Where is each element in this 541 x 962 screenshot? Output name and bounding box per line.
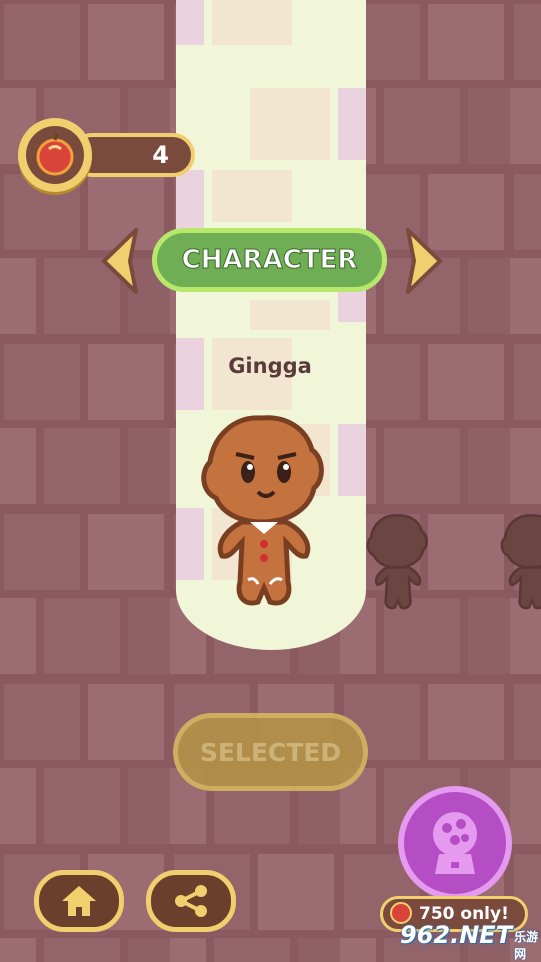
watermark-sub: 乐游网 (514, 930, 539, 961)
character-header-label: CHARACTER (181, 245, 358, 276)
apple-coin-icon (18, 118, 92, 192)
share-icon (175, 885, 207, 917)
share-button[interactable] (146, 870, 236, 932)
gingerbread-character[interactable] (196, 412, 328, 614)
home-button[interactable] (34, 870, 124, 932)
locked-character-silhouette-2[interactable] (498, 512, 541, 614)
home-icon (62, 886, 96, 916)
watermark-brand: 962.NET (400, 921, 513, 949)
coin-count: 4 (152, 141, 169, 169)
selected-button-label: SELECTED (199, 737, 342, 767)
gacha-machine-icon (433, 812, 477, 874)
previous-arrow-icon[interactable] (98, 226, 142, 296)
selected-button[interactable]: SELECTED (173, 713, 368, 791)
character-header: CHARACTER (152, 228, 387, 292)
gacha-button[interactable] (398, 786, 512, 900)
watermark: 962.NET 乐游网 (400, 910, 540, 961)
locked-character-silhouette[interactable] (364, 512, 430, 614)
character-name: Gingga (228, 354, 312, 378)
next-arrow-icon[interactable] (402, 226, 446, 296)
